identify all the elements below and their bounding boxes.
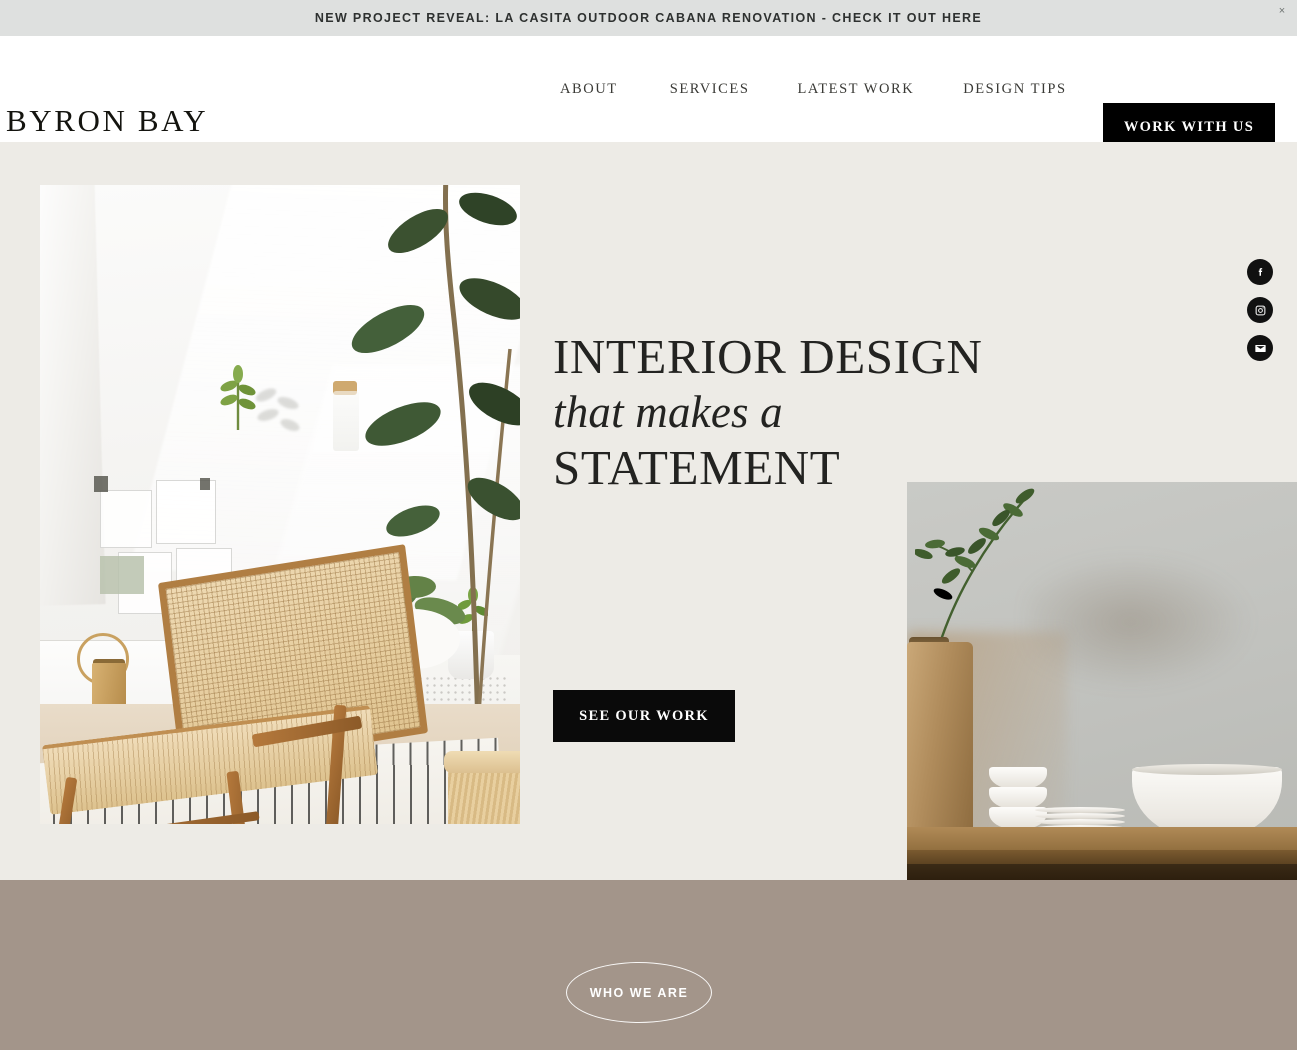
email-icon[interactable] xyxy=(1247,335,1273,361)
sprout-plant xyxy=(220,365,256,430)
who-we-are-section: WHO WE ARE xyxy=(0,880,1297,1050)
nav-item-services[interactable]: SERVICES xyxy=(670,81,750,98)
under-shelf-shadow xyxy=(907,864,1297,880)
facebook-icon[interactable] xyxy=(1247,259,1273,285)
close-icon[interactable]: × xyxy=(1275,4,1289,18)
nav-item-about[interactable]: ABOUT xyxy=(560,81,618,98)
large-bowl-rim xyxy=(1132,764,1282,775)
hero-image-left xyxy=(40,185,520,824)
primary-nav: ABOUT SERVICES LATEST WORK DESIGN TIPS xyxy=(560,36,1067,142)
curtain xyxy=(40,185,106,606)
shelf-edge xyxy=(907,850,1297,864)
hero-heading-line-2: that makes a xyxy=(553,386,783,437)
instagram-icon[interactable] xyxy=(1247,297,1273,323)
nav-item-latest-work[interactable]: LATEST WORK xyxy=(797,81,914,98)
olive-branch xyxy=(915,488,1035,647)
hero-heading-line-1: INTERIOR DESIGN xyxy=(553,329,983,384)
basket-rim xyxy=(444,751,520,773)
logo[interactable]: BYRON BAY xyxy=(6,105,208,136)
announcement-text[interactable]: NEW PROJECT REVEAL: LA CASITA OUTDOOR CA… xyxy=(315,11,982,25)
hero-heading-line-3: STATEMENT xyxy=(553,440,841,496)
hero-image-right xyxy=(907,482,1297,880)
hero-heading: INTERIOR DESIGN that makes a STATEMENT xyxy=(553,329,1023,496)
see-our-work-button[interactable]: SEE OUR WORK xyxy=(553,690,735,742)
sprout-shadow xyxy=(255,388,300,431)
nav-item-design-tips[interactable]: DESIGN TIPS xyxy=(963,81,1066,98)
social-rail xyxy=(1247,259,1273,361)
hero-section: INTERIOR DESIGN that makes a STATEMENT S… xyxy=(0,142,1297,880)
site-header: BYRON BAY ABOUT SERVICES LATEST WORK DES… xyxy=(0,36,1297,152)
announcement-bar: NEW PROJECT REVEAL: LA CASITA OUTDOOR CA… xyxy=(0,0,1297,36)
wooden-vase xyxy=(907,642,973,834)
who-we-are-button[interactable]: WHO WE ARE xyxy=(566,962,712,1023)
